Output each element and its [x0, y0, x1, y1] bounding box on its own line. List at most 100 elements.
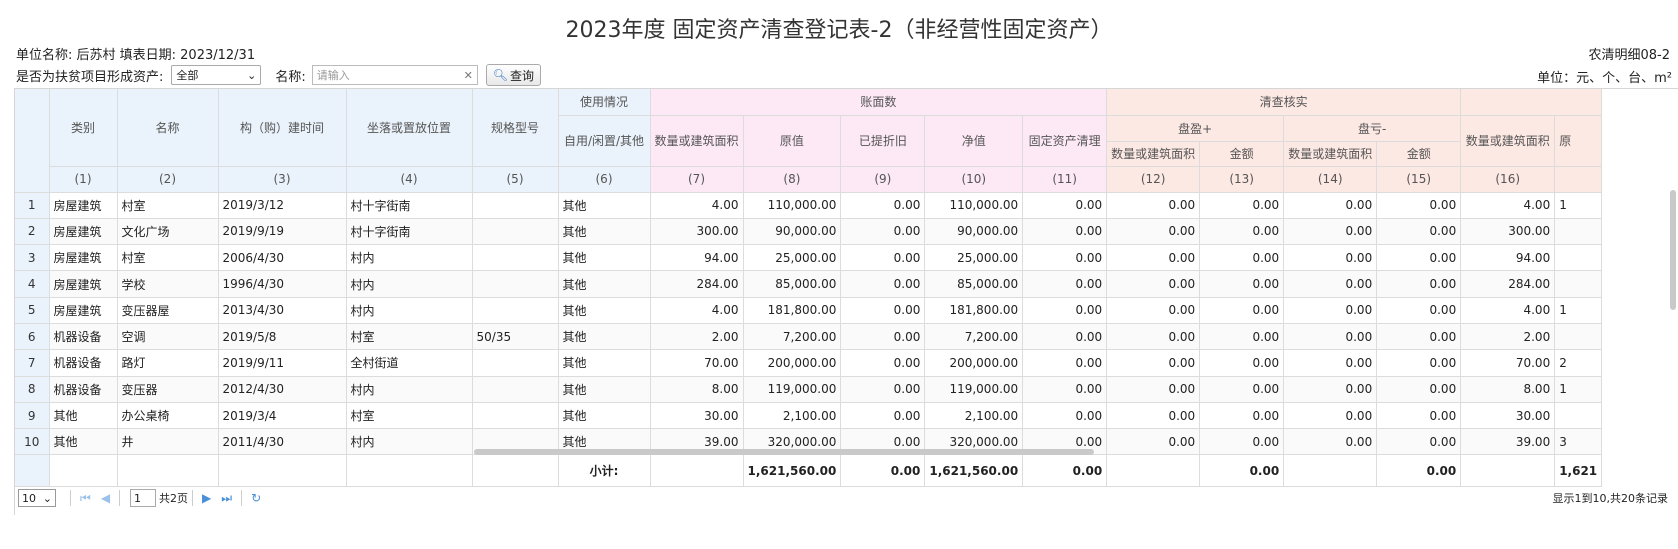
header-loss-amt[interactable]: 金额 — [1376, 141, 1462, 167]
cell-net: 119,000.00 — [924, 376, 1024, 403]
cell-net: 2,100.00 — [924, 402, 1024, 430]
cell-check-qty: 284.00 — [1460, 270, 1556, 298]
table-row[interactable]: 5 房屋建筑 变压器屋 2013/4/30 村内 其他 4.00 181,800.00 0.00… — [15, 297, 1603, 324]
header-loss-qty[interactable]: 数量或建筑面积 — [1283, 141, 1378, 167]
cell-check-next — [1554, 402, 1603, 430]
horizontal-scrollbar[interactable] — [474, 449, 1094, 455]
summary-cell — [346, 454, 473, 488]
cell-check-next: 3 — [1554, 428, 1603, 456]
cell-name: 路灯 — [117, 349, 219, 377]
header-category[interactable]: 类别 — [49, 89, 118, 167]
cell-original: 25,000.00 — [743, 244, 842, 272]
cell-cleanup: 0.00 — [1022, 402, 1108, 430]
row-number: 10 — [15, 428, 50, 456]
header-usage[interactable]: 自用/闲置/其他 — [558, 115, 651, 167]
next-page-icon[interactable]: ▶ — [202, 491, 211, 505]
cell-depreciation: 0.00 — [840, 192, 926, 219]
cell-depreciation: 0.00 — [840, 349, 926, 377]
cell-category: 机器设备 — [49, 376, 118, 403]
current-page-input[interactable]: 1 — [130, 489, 157, 507]
poverty-filter-value: 全部 — [176, 69, 199, 82]
header-original[interactable]: 原值 — [743, 115, 842, 167]
cell-loss-amt: 0.00 — [1376, 270, 1462, 298]
refresh-icon[interactable]: ↻ — [251, 491, 261, 505]
cell-book-qty: 70.00 — [650, 349, 744, 377]
cell-loss-amt: 0.00 — [1376, 297, 1462, 324]
cell-location: 村十字街南 — [346, 218, 473, 246]
cell-cleanup: 0.00 — [1022, 297, 1108, 324]
table-row[interactable]: 6 机器设备 空调 2019/5/8 村室 50/35 其他 2.00 7,200.00 0.00… — [15, 323, 1603, 351]
col-number: (16) — [1460, 166, 1556, 193]
summary-net: 1,621,560.00 — [924, 454, 1024, 488]
first-page-icon[interactable]: ⏮ — [80, 491, 91, 506]
cell-check-next: 1 — [1554, 192, 1603, 219]
table-row[interactable]: 4 房屋建筑 学校 1996/4/30 村内 其他 284.00 85,000.00 0.00 8… — [15, 270, 1603, 298]
cell-book-qty: 8.00 — [650, 376, 744, 403]
header-book-qty[interactable]: 数量或建筑面积 — [650, 115, 744, 167]
query-button[interactable]: 🔍︎ 查询 — [485, 64, 542, 86]
header-build-time[interactable]: 构（购）建时间 — [218, 89, 347, 167]
col-number: (9) — [840, 166, 926, 193]
cell-location: 村内 — [346, 297, 473, 324]
unit-note: 单位：元、个、台、m² — [1537, 71, 1672, 86]
cell-check-qty: 300.00 — [1460, 218, 1556, 246]
last-page-icon[interactable]: ⏭ — [221, 491, 232, 506]
table-row[interactable]: 3 房屋建筑 村室 2006/4/30 村内 其他 94.00 25,000.00 0.00 25… — [15, 244, 1603, 272]
col-number: (15) — [1376, 166, 1462, 193]
cell-build-time: 2006/4/30 — [218, 244, 347, 272]
header-location[interactable]: 坐落或置放位置 — [346, 89, 473, 167]
cell-surplus-amt: 0.00 — [1199, 297, 1285, 324]
cell-surplus-amt: 0.00 — [1199, 244, 1285, 272]
cell-book-qty: 4.00 — [650, 297, 744, 324]
cell-build-time: 2019/3/4 — [218, 402, 347, 430]
page-size-select[interactable]: 10 ⌄ — [18, 489, 56, 507]
summary-cell — [1106, 454, 1201, 488]
header-check-next[interactable]: 原 — [1554, 115, 1603, 167]
cell-build-time: 2019/3/12 — [218, 192, 347, 219]
summary-next: 1,621 — [1554, 454, 1603, 488]
cell-depreciation: 0.00 — [840, 376, 926, 403]
prev-page-icon[interactable]: ◀ — [101, 491, 110, 505]
clear-icon[interactable]: ✕ — [464, 69, 473, 82]
table-row[interactable]: 1 房屋建筑 村室 2019/3/12 村十字街南 其他 4.00 110,000.00 0.0… — [15, 192, 1603, 219]
cell-usage: 其他 — [558, 244, 651, 272]
cell-surplus-qty: 0.00 — [1106, 349, 1201, 377]
pager-divider — [70, 490, 71, 506]
header-surplus-group: 盘盈+ — [1106, 115, 1285, 142]
cell-category: 房屋建筑 — [49, 192, 118, 219]
summary-cell — [117, 454, 219, 488]
summary-row-number — [15, 454, 50, 488]
header-depreciation[interactable]: 已提折旧 — [840, 115, 926, 167]
cell-original: 90,000.00 — [743, 218, 842, 246]
cell-check-qty: 4.00 — [1460, 192, 1556, 219]
header-name[interactable]: 名称 — [117, 89, 219, 167]
vertical-scrollbar[interactable] — [1670, 190, 1676, 310]
table-row[interactable]: 8 机器设备 变压器 2012/4/30 村内 其他 8.00 119,000.00 0.00 1… — [15, 376, 1603, 403]
row-number: 9 — [15, 402, 50, 430]
name-search-input[interactable]: 请输入 ✕ — [311, 65, 478, 85]
page-size-value: 10 — [22, 491, 36, 505]
cell-loss-qty: 0.00 — [1283, 270, 1378, 298]
header-spec[interactable]: 规格型号 — [472, 89, 559, 167]
cell-loss-qty: 0.00 — [1283, 428, 1378, 456]
table-row[interactable]: 2 房屋建筑 文化广场 2019/9/19 村十字街南 其他 300.00 90,000.00… — [15, 218, 1603, 246]
row-number: 3 — [15, 244, 50, 272]
cell-check-qty: 70.00 — [1460, 349, 1556, 377]
cell-depreciation: 0.00 — [840, 244, 926, 272]
row-number: 6 — [15, 323, 50, 351]
header-cleanup[interactable]: 固定资产清理 — [1022, 115, 1108, 167]
header-surplus-qty[interactable]: 数量或建筑面积 — [1106, 141, 1201, 167]
header-check-qty[interactable]: 数量或建筑面积 — [1460, 115, 1556, 167]
cell-build-time: 1996/4/30 — [218, 270, 347, 298]
table-row[interactable]: 7 机器设备 路灯 2019/9/11 全村街道 其他 70.00 200,000.00 0.0… — [15, 349, 1603, 377]
cell-loss-amt: 0.00 — [1376, 402, 1462, 430]
summary-cell — [650, 454, 744, 488]
cell-surplus-amt: 0.00 — [1199, 428, 1285, 456]
poverty-filter-select[interactable]: 全部 ⌄ — [171, 65, 262, 85]
table-row[interactable]: 9 其他 办公桌椅 2019/3/4 村室 其他 30.00 2,100.00 0.00 2,10… — [15, 402, 1603, 430]
header-surplus-amt[interactable]: 金额 — [1199, 141, 1285, 167]
col-number: (10) — [924, 166, 1024, 193]
header-net[interactable]: 净值 — [924, 115, 1024, 167]
summary-original: 1,621,560.00 — [743, 454, 842, 488]
cell-loss-qty: 0.00 — [1283, 192, 1378, 219]
